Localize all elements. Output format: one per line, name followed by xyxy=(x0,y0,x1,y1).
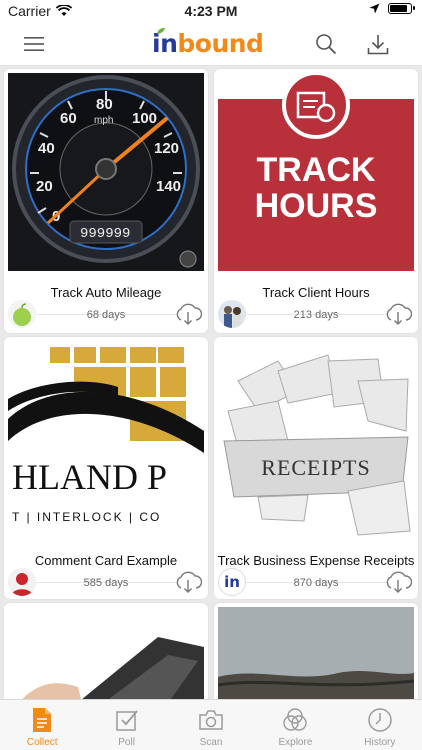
document-icon xyxy=(29,707,55,733)
speedometer-thumbnail: 0 20 40 60 80 100 120 140 mph 999999 xyxy=(8,73,204,271)
cloud-download-button[interactable] xyxy=(384,570,413,594)
clock: 4:23 PM xyxy=(184,3,238,19)
tab-label: Collect xyxy=(26,737,58,748)
avatar: in xyxy=(218,568,246,596)
speed-label-20: 20 xyxy=(36,178,53,195)
receipts-label: RECEIPTS xyxy=(261,455,370,480)
cloud-download-button[interactable] xyxy=(384,302,413,326)
tab-label: Explore xyxy=(278,737,313,748)
receipts-thumbnail: RECEIPTS xyxy=(218,341,414,539)
speedometer-image: 0 20 40 60 80 100 120 140 mph 999999 xyxy=(8,73,204,271)
camera-icon xyxy=(198,707,224,733)
nav-bar: in bound xyxy=(0,22,422,66)
card-title: Comment Card Example xyxy=(34,553,178,568)
download-button[interactable] xyxy=(364,30,392,58)
track-hours-line-2: HOURS xyxy=(255,187,378,225)
card-track-business-expense-receipts[interactable]: RECEIPTS Track Business Expense Receipts… xyxy=(214,337,418,599)
download-icon xyxy=(367,35,389,55)
highland-thumbnail: HLAND P T | INTERLOCK | CO xyxy=(8,341,204,539)
card-comment-card-example[interactable]: HLAND P T | INTERLOCK | CO Comment Card … xyxy=(4,337,208,599)
tab-label: History xyxy=(364,737,396,748)
speed-label-60: 60 xyxy=(60,110,77,127)
app-logo: in bound xyxy=(152,27,272,59)
speed-unit: mph xyxy=(94,115,113,126)
card-track-auto-mileage[interactable]: 0 20 40 60 80 100 120 140 mph 999999 Tr xyxy=(4,69,208,333)
search-button[interactable] xyxy=(312,30,340,58)
apple-avatar-image xyxy=(8,300,36,328)
location-icon xyxy=(369,3,380,14)
avatar xyxy=(218,300,246,328)
hamburger-icon xyxy=(24,37,44,51)
card-title: Track Client Hours xyxy=(262,285,370,300)
tab-collect[interactable]: Collect xyxy=(0,700,84,750)
person-avatar-image xyxy=(8,568,36,596)
odometer-value: 999999 xyxy=(80,226,130,242)
speed-label-80: 80 xyxy=(96,96,113,113)
collect-grid: 0 20 40 60 80 100 120 140 mph 999999 Tr xyxy=(0,67,422,699)
speed-label-140: 140 xyxy=(156,178,181,195)
card-title: Track Business Expense Receipts xyxy=(217,553,415,568)
tab-history[interactable]: History xyxy=(338,700,422,750)
speed-label-40: 40 xyxy=(38,140,55,157)
tab-label: Scan xyxy=(199,737,223,748)
logo-leaf-icon xyxy=(157,28,165,34)
scanner-thumbnail xyxy=(8,607,204,699)
cloud-download-icon xyxy=(176,303,203,325)
highland-logo-image: HLAND P T | INTERLOCK | CO xyxy=(8,341,204,539)
tab-poll[interactable]: Poll xyxy=(84,700,168,750)
card-concrete[interactable] xyxy=(214,603,418,699)
tab-scan[interactable]: Scan xyxy=(169,700,253,750)
speed-label-100: 100 xyxy=(132,110,157,127)
search-icon xyxy=(316,34,337,55)
card-barcode-scanner[interactable] xyxy=(4,603,208,699)
highland-tagline: T | INTERLOCK | CO xyxy=(12,510,161,524)
speed-label-120: 120 xyxy=(154,140,179,157)
status-icons xyxy=(369,3,415,14)
cloud-download-icon xyxy=(386,303,413,325)
tab-bar: Collect Poll Scan Explore History xyxy=(0,699,422,750)
concrete-image xyxy=(218,607,414,699)
track-hours-thumbnail: TRACK HOURS xyxy=(218,73,414,271)
card-track-client-hours[interactable]: TRACK HOURS Track Client Hours 213 days xyxy=(214,69,418,333)
tab-explore[interactable]: Explore xyxy=(253,700,337,750)
track-hours-image: TRACK HOURS xyxy=(218,73,414,271)
highland-wordmark: HLAND P xyxy=(12,457,167,497)
inbound-avatar-text: in xyxy=(224,573,240,591)
cloud-download-button[interactable] xyxy=(174,570,203,594)
receipts-image: RECEIPTS xyxy=(218,341,414,539)
status-bar: Carrier 4:23 PM xyxy=(0,0,422,22)
avatar xyxy=(8,300,36,328)
cloud-download-button[interactable] xyxy=(174,302,203,326)
tab-label: Poll xyxy=(118,737,135,748)
concrete-thumbnail xyxy=(218,607,414,699)
track-hours-line-1: TRACK xyxy=(257,151,376,189)
poll-icon xyxy=(114,707,140,733)
card-title: Track Auto Mileage xyxy=(50,285,162,300)
scanner-image xyxy=(8,607,204,699)
cloud-download-icon xyxy=(386,571,413,593)
history-icon xyxy=(367,707,393,733)
cloud-download-icon xyxy=(176,571,203,593)
menu-button[interactable] xyxy=(20,30,48,58)
logo-bound-text: bound xyxy=(177,29,264,58)
battery-icon xyxy=(388,3,415,14)
explore-icon xyxy=(282,707,308,733)
people-avatar-image xyxy=(218,300,246,328)
avatar xyxy=(8,568,36,596)
